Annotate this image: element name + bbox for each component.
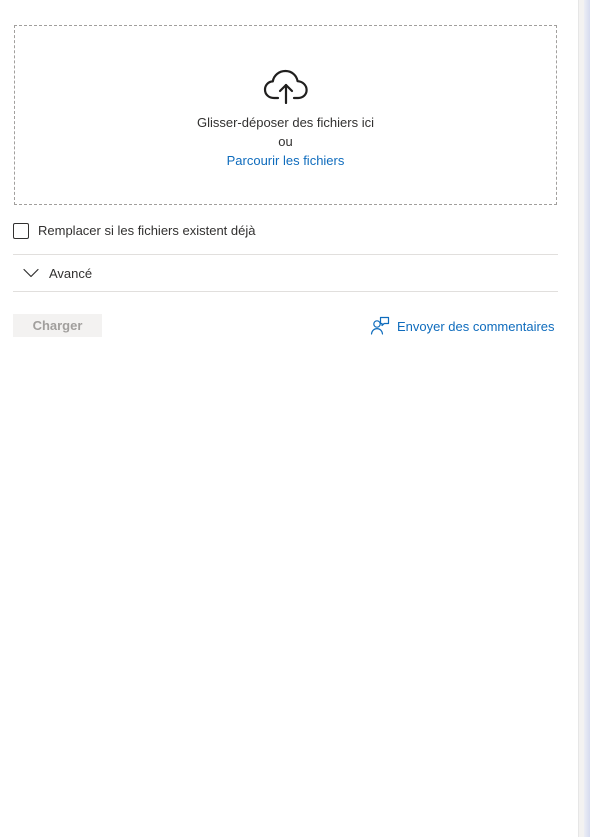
- charger-button[interactable]: Charger: [13, 314, 102, 337]
- file-drop-zone[interactable]: Glisser-déposer des fichiers ici ou Parc…: [14, 25, 557, 205]
- replace-existing-option[interactable]: Remplacer si les fichiers existent déjà: [13, 221, 255, 240]
- replace-existing-label: Remplacer si les fichiers existent déjà: [38, 223, 256, 238]
- advanced-section-label: Avancé: [49, 265, 93, 281]
- person-feedback-icon: [370, 316, 390, 335]
- send-feedback-label: Envoyer des commentaires: [397, 318, 555, 334]
- window-edge: [584, 0, 590, 837]
- drop-zone-or-label: ou: [278, 134, 293, 149]
- browse-files-link[interactable]: Parcourir les fichiers: [15, 153, 556, 169]
- drop-zone-title: Glisser-déposer des fichiers ici: [196, 115, 374, 130]
- chevron-down-icon: [23, 268, 39, 278]
- send-feedback-link[interactable]: Envoyer des commentaires: [370, 315, 555, 337]
- advanced-section-toggle[interactable]: Avancé: [13, 255, 558, 291]
- replace-existing-checkbox[interactable]: [13, 222, 29, 239]
- upload-panel: Glisser-déposer des fichiers ici ou Parc…: [0, 0, 578, 837]
- cloud-upload-icon: [263, 69, 308, 104]
- divider: [13, 291, 558, 292]
